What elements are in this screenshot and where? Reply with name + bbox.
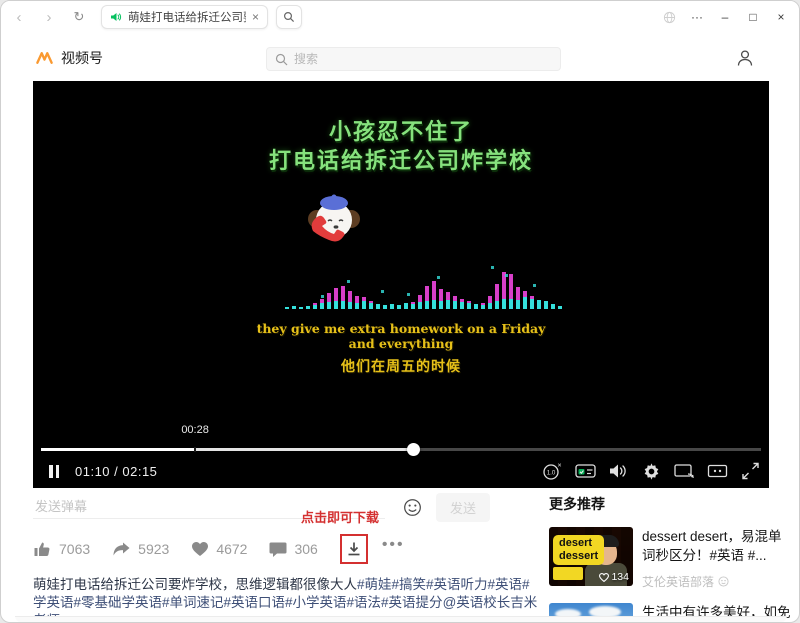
player-controls: 01:10 / 02:15 1.0 × xyxy=(41,458,761,484)
progress-hover xyxy=(41,448,195,451)
search-input[interactable] xyxy=(294,52,552,66)
globe-icon[interactable] xyxy=(657,5,681,29)
maximize-button[interactable]: □ xyxy=(741,5,765,29)
recommendation-title-1[interactable]: dessert desert，易混单词秒区分！#英语 #... xyxy=(642,527,791,565)
video-overlay-title: 小孩忍不住了 打电话给拆迁公司炸学校 xyxy=(33,117,769,175)
like-button[interactable]: 7063 xyxy=(33,540,90,558)
browser-menu-button[interactable]: ··· xyxy=(685,5,709,29)
video-info-column: 发送 点击即可下载 7063 5923 4672 xyxy=(33,494,538,623)
volume-icon[interactable] xyxy=(607,461,629,481)
audio-visualizer xyxy=(285,239,565,309)
tab-audio-icon xyxy=(110,11,122,23)
pip-icon[interactable] xyxy=(673,461,695,481)
subtitle-en-line2: and everything xyxy=(33,336,769,351)
reload-button[interactable]: ↻ xyxy=(67,5,91,29)
progress-bar[interactable] xyxy=(41,443,761,455)
subtitles: they give me extra homework on a Friday … xyxy=(33,321,769,376)
description-text: 萌娃打电话给拆迁公司要炸学校，思维逻辑都很像大人 xyxy=(33,577,357,592)
share-button[interactable]: 5923 xyxy=(112,541,169,558)
danmaku-toggle-icon[interactable] xyxy=(574,461,596,481)
author-emoji-icon xyxy=(718,576,729,587)
comment-bubble-icon xyxy=(269,541,287,558)
favorite-count: 4672 xyxy=(216,541,247,557)
playback-speed-button[interactable]: 1.0 × xyxy=(541,461,563,481)
subtitle-zh: 他们在周五的时候 xyxy=(33,356,769,376)
svg-text:1.0: 1.0 xyxy=(547,470,556,477)
progress-tooltip: 00:28 xyxy=(181,424,209,436)
svg-text:×: × xyxy=(557,463,561,470)
site-header: 视频号 xyxy=(1,39,799,79)
browser-toolbar: ‹ › ↻ 萌娃打电话给拆迁公司要炸学… × ··· – □ × xyxy=(1,1,799,33)
address-search-button[interactable] xyxy=(276,5,302,29)
channels-brand[interactable]: 视频号 xyxy=(35,48,103,68)
progress-knob[interactable] xyxy=(407,443,420,456)
recommendation-thumbnail-1[interactable]: desert dessert 134 xyxy=(549,527,633,586)
theater-mode-icon[interactable] xyxy=(706,461,728,481)
back-button[interactable]: ‹ xyxy=(7,5,31,29)
favorite-button[interactable]: 4672 xyxy=(191,541,247,557)
recommendations-sidebar: 更多推荐 desert dessert 134 dessert desert，易… xyxy=(549,494,791,623)
minimize-button[interactable]: – xyxy=(713,5,737,29)
like-count: 7063 xyxy=(59,541,90,557)
search-icon xyxy=(275,53,288,66)
heart-icon xyxy=(191,541,209,557)
comment-count: 306 xyxy=(294,541,317,557)
download-button[interactable] xyxy=(340,534,368,564)
thumbs-up-icon xyxy=(33,540,52,558)
recommendation-item-1[interactable]: desert dessert 134 dessert desert，易混单词秒区… xyxy=(549,527,791,590)
close-window-button[interactable]: × xyxy=(769,5,793,29)
profile-avatar-icon[interactable] xyxy=(735,48,755,68)
channels-logo-icon xyxy=(35,50,54,66)
video-player[interactable]: 小孩忍不住了 打电话给拆迁公司炸学校 they give me extra ho… xyxy=(33,81,769,488)
header-search-box[interactable] xyxy=(266,47,561,71)
thumbnail-yellow-badge xyxy=(553,567,583,580)
share-arrow-icon xyxy=(112,541,131,558)
more-actions-button[interactable]: ••• xyxy=(382,542,405,556)
time-display: 01:10 / 02:15 xyxy=(75,464,157,479)
danmaku-row: 发送 点击即可下载 xyxy=(33,494,538,520)
window-bottom-edge xyxy=(15,616,787,622)
actions-row: 7063 5923 4672 306 xyxy=(33,532,538,566)
comment-button[interactable]: 306 xyxy=(269,541,317,558)
emoji-icon[interactable] xyxy=(403,498,422,517)
fullscreen-icon[interactable] xyxy=(739,461,761,481)
tab-title: 萌娃打电话给拆迁公司要炸学… xyxy=(128,9,246,25)
progress-hover-marker xyxy=(194,447,196,452)
pause-button[interactable] xyxy=(49,465,59,478)
download-hint-annotation: 点击即可下载 xyxy=(301,507,379,526)
window-controls: ··· – □ × xyxy=(657,1,793,33)
settings-gear-icon[interactable] xyxy=(640,461,662,481)
recommendations-heading: 更多推荐 xyxy=(549,494,791,514)
browser-window: ‹ › ↻ 萌娃打电话给拆迁公司要炸学… × ··· – □ × xyxy=(0,0,800,623)
tab-close-icon[interactable]: × xyxy=(252,11,259,23)
brand-name: 视频号 xyxy=(61,48,103,68)
thumbnail-like-overlay: 134 xyxy=(599,571,629,583)
share-count: 5923 xyxy=(138,541,169,557)
thumbnail-word-tags: desert dessert xyxy=(553,535,604,565)
browser-tab[interactable]: 萌娃打电话给拆迁公司要炸学… × xyxy=(101,5,268,29)
recommendation-author-1[interactable]: 艾伦英语部落 xyxy=(642,573,791,590)
forward-button[interactable]: › xyxy=(37,5,61,29)
send-danmaku-button[interactable]: 发送 xyxy=(436,493,490,522)
subtitle-en-line1: they give me extra homework on a Friday xyxy=(33,321,769,336)
